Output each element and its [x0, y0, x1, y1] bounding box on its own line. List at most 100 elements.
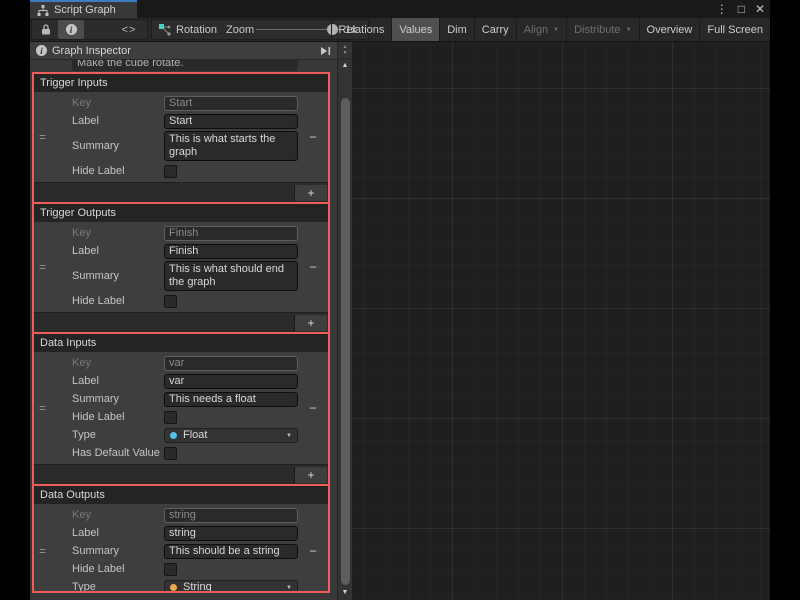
chevron-down-icon: ▼ — [286, 433, 292, 439]
summary-textarea[interactable]: This is what starts the graph — [164, 131, 298, 161]
key-field — [164, 96, 298, 111]
toolbar-button-label: Align — [524, 24, 548, 36]
toolbar-button-overview[interactable]: Overview — [639, 18, 700, 41]
hide-label-checkbox[interactable] — [164, 411, 177, 424]
row-label-type: Type — [72, 581, 164, 593]
inspector-toggle-button[interactable]: i — [58, 20, 84, 39]
remove-item-button[interactable]: − — [304, 130, 322, 145]
panel-scroll-arrows[interactable]: ▲ ▼ — [338, 42, 352, 59]
row-label-summary: Summary — [72, 270, 164, 282]
hide-label-checkbox[interactable] — [164, 563, 177, 576]
tab-script-graph[interactable]: Script Graph — [30, 0, 137, 18]
summary-field[interactable] — [164, 544, 298, 559]
label-field[interactable] — [164, 526, 298, 541]
graph-toolbar: i <> Rotation Zoom 1x — [30, 18, 770, 42]
row-label-hide-label: Hide Label — [72, 563, 164, 575]
dock-pin-icon[interactable] — [319, 46, 331, 56]
maximize-icon[interactable]: □ — [738, 3, 745, 15]
summary-textarea[interactable]: This is what should end the graph — [164, 261, 298, 291]
window-controls: ⋮ □ ✕ — [716, 0, 765, 18]
type-dropdown[interactable]: String▼ — [164, 580, 298, 594]
section-item-trigger-inputs: KeyLabelSummaryThis is what starts the g… — [34, 92, 328, 182]
hide-label-checkbox[interactable] — [164, 295, 177, 308]
key-field — [164, 508, 298, 523]
type-dropdown[interactable]: Float ▼ — [164, 428, 298, 443]
summary-field[interactable] — [164, 392, 298, 407]
row-label-summary: Summary — [72, 545, 164, 557]
toolbar-button-distribute: Distribute▼ — [566, 18, 638, 41]
remove-item-button[interactable]: − — [304, 401, 322, 416]
toolbar-button-dim[interactable]: Dim — [439, 18, 474, 41]
scrollbar-thumb[interactable] — [341, 98, 350, 585]
row-label-has-default-value: Has Default Value — [72, 447, 164, 459]
close-icon[interactable]: ✕ — [755, 3, 765, 15]
scroll-up-arrow-icon[interactable]: ▲ — [338, 62, 352, 69]
row-summary: SummaryThis is what should end the graph — [34, 260, 328, 292]
graph-inspector-panel: Make the cube rotate. Trigger InputsKeyL… — [30, 60, 337, 600]
code-view-button[interactable]: <> — [114, 20, 144, 39]
string-type-dot-icon — [170, 584, 177, 591]
row-summary: SummaryThis is what starts the graph — [34, 130, 328, 162]
graph-inspector-header: i Graph Inspector — [30, 42, 337, 60]
add-item-button[interactable]: + — [294, 185, 327, 201]
has-default-value-checkbox[interactable] — [164, 447, 177, 460]
tab-bar: Script Graph ⋮ □ ✕ — [30, 0, 770, 18]
toolbar-button-align: Align▼ — [516, 18, 566, 41]
section-data-inputs: Data InputsKeyLabelSummaryHide LabelType… — [34, 332, 328, 484]
row-key: Key — [34, 506, 328, 524]
lock-button[interactable] — [34, 20, 58, 39]
key-field — [164, 226, 298, 241]
tab-label: Script Graph — [54, 4, 116, 16]
menu-kebab-icon[interactable]: ⋮ — [716, 3, 728, 15]
row-key: Key — [34, 94, 328, 112]
toolbar-button-label: Full Screen — [707, 24, 763, 36]
inspector-title: Graph Inspector — [52, 45, 314, 57]
row-has-default-value: Has Default Value — [34, 444, 328, 462]
label-field[interactable] — [164, 244, 298, 259]
add-item-button[interactable]: + — [294, 315, 327, 331]
script-graph-icon — [37, 5, 49, 16]
label-field[interactable] — [164, 114, 298, 129]
remove-item-button[interactable]: − — [304, 544, 322, 559]
toolbar-button-full-screen[interactable]: Full Screen — [699, 18, 770, 41]
section-item-data-inputs: KeyLabelSummaryHide LabelTypeFloat▼Has D… — [34, 352, 328, 464]
section-title-trigger-inputs: Trigger Inputs — [34, 74, 328, 92]
row-label: Label — [34, 372, 328, 390]
section-item-data-outputs: KeyLabelSummaryHide LabelTypeString▼=− — [34, 504, 328, 593]
graph-summary-field-clipped[interactable]: Make the cube rotate. — [72, 60, 298, 71]
drag-handle-icon[interactable]: = — [39, 544, 46, 558]
remove-item-button[interactable]: − — [304, 260, 322, 275]
toolbar-button-values[interactable]: Values — [391, 18, 439, 41]
drag-handle-icon[interactable]: = — [39, 401, 46, 415]
toolbar-button-relations[interactable]: Relations — [331, 18, 392, 41]
section-title-data-outputs: Data Outputs — [34, 486, 328, 504]
type-dropdown-value: String — [183, 581, 212, 593]
graph-canvas[interactable] — [352, 42, 770, 600]
code-icon: <> — [122, 24, 137, 36]
section-title-trigger-outputs: Trigger Outputs — [34, 204, 328, 222]
rotation-button[interactable]: Rotation — [158, 20, 217, 39]
section-data-outputs: Data OutputsKeyLabelSummaryHide LabelTyp… — [34, 484, 328, 593]
toolbar-button-label: Dim — [447, 24, 467, 36]
drag-handle-icon[interactable]: = — [39, 260, 46, 274]
row-label-key: Key — [72, 357, 164, 369]
label-field[interactable] — [164, 374, 298, 389]
toolbar-button-carry[interactable]: Carry — [474, 18, 516, 41]
row-hide-label: Hide Label — [34, 292, 328, 310]
row-type: TypeFloat▼ — [34, 426, 328, 444]
row-key: Key — [34, 224, 328, 242]
inspector-info-icon: i — [36, 45, 47, 56]
unity-graph-window: Script Graph ⋮ □ ✕ i <> — [30, 0, 770, 600]
add-item-button[interactable]: + — [294, 467, 327, 483]
scroll-down-arrow-icon[interactable]: ▼ — [338, 589, 352, 596]
row-label-summary: Summary — [72, 140, 164, 152]
row-label-key: Key — [72, 227, 164, 239]
row-label: Label — [34, 242, 328, 260]
row-label-key: Key — [72, 509, 164, 521]
float-type-dot-icon — [170, 432, 177, 439]
drag-handle-icon[interactable]: = — [39, 130, 46, 144]
hide-label-checkbox[interactable] — [164, 165, 177, 178]
type-dropdown-value: Float — [183, 429, 207, 441]
row-hide-label: Hide Label — [34, 162, 328, 180]
row-hide-label: Hide Label — [34, 560, 328, 578]
